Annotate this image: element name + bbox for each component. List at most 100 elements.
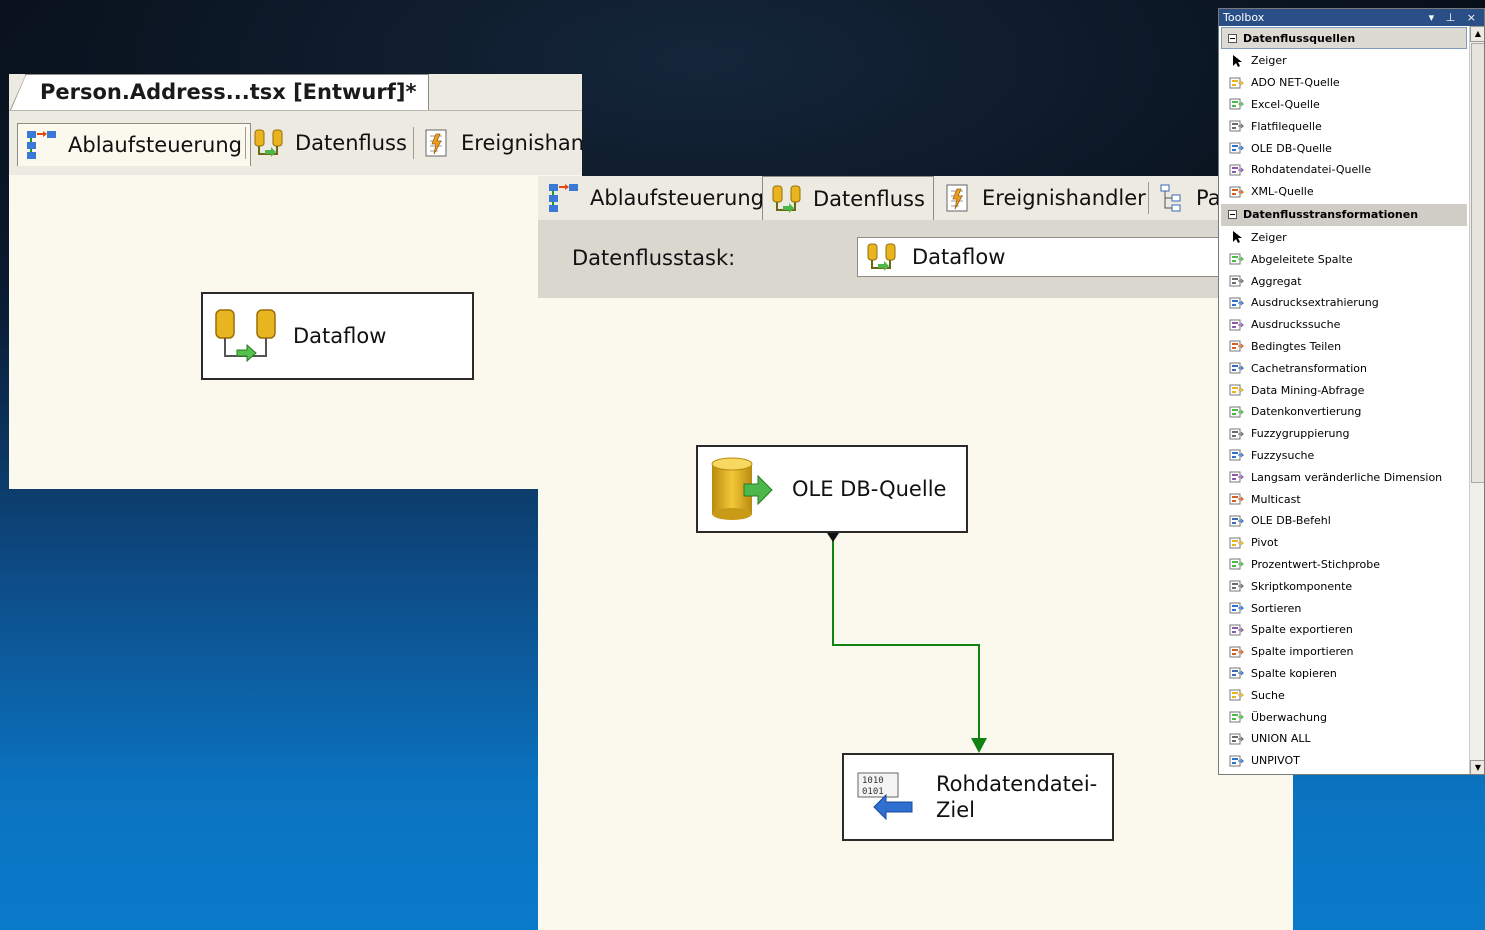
toolbox-item-label: Spalte importieren (1251, 645, 1354, 659)
toolbox-item-label: Prozentwert-Stichprobe (1251, 557, 1380, 571)
document-tab-label: Person.Address...tsx [Entwurf]* (40, 80, 417, 104)
toolbox-item-label: Ausdrucksextrahierung (1251, 296, 1379, 310)
toolbox-item-label: Ausdruckssuche (1251, 318, 1341, 332)
ole-db-source-label: OLE DB-Quelle (792, 477, 947, 501)
toolbox-item[interactable]: ADO NET-Quelle (1219, 72, 1469, 94)
toolbox-item-icon (1229, 646, 1244, 658)
raw-file-destination-component[interactable]: 1010 0101 Rohdatendatei- Ziel (842, 753, 1114, 841)
pointer-icon (1233, 54, 1242, 67)
toolbox-category-label: Datenflusstransformationen (1243, 208, 1419, 222)
toolbox-item[interactable]: Langsam veränderliche Dimension (1219, 466, 1469, 488)
toolbox-item[interactable]: Flatfilequelle (1219, 115, 1469, 137)
toolbox-item[interactable]: Skriptkomponente (1219, 575, 1469, 597)
toolbox-item[interactable]: Multicast (1219, 488, 1469, 510)
toolbox-item[interactable]: XML-Quelle (1219, 181, 1469, 203)
ole-db-source-component[interactable]: OLE DB-Quelle (696, 445, 968, 533)
raw-file-destination-label-line2: Ziel (936, 798, 975, 822)
toolbox-title: Toolbox (1223, 11, 1265, 24)
toolbox-item-icon (1229, 733, 1244, 745)
toolbox-item[interactable]: Ausdrucksextrahierung (1219, 292, 1469, 314)
toolbox-item[interactable]: Aggregat (1219, 270, 1469, 292)
toolbox-category-header[interactable]: Datenflussquellen (1221, 27, 1467, 49)
document-tab[interactable]: Person.Address...tsx [Entwurf]* (9, 74, 430, 110)
toolbox-item-icon (1229, 319, 1244, 331)
toolbox-category-header[interactable]: Datenflusstransformationen (1221, 203, 1467, 226)
toolbox-item[interactable]: Zeichenzuordnung (1219, 772, 1469, 775)
toolbox-item-label: Rohdatendatei-Quelle (1251, 163, 1372, 177)
toolbox-item-label: Skriptkomponente (1251, 579, 1353, 593)
toolbox-item-label: Pivot (1251, 536, 1279, 550)
toolbox-item[interactable]: Abgeleitete Spalte (1219, 248, 1469, 270)
toolbox-list: Datenflussquellen Zeiger ADO NET-Quelle Exc… (1219, 26, 1469, 775)
toolbox-item[interactable]: Suche (1219, 684, 1469, 706)
toolbox-item-icon (1229, 98, 1244, 110)
toolbox-item-icon (1229, 406, 1244, 418)
tab-data-flow-label: Datenfluss (295, 131, 407, 155)
tab-control-flow[interactable]: Ablaufsteuerung (17, 123, 252, 166)
toolbox-scrollbar[interactable]: ▲ ▼ (1469, 26, 1484, 774)
designer-window-back: Person.Address...tsx [Entwurf]* Ablaufst… (9, 74, 582, 489)
toolbox-item-label: UNION ALL (1251, 732, 1311, 746)
toolbox-item-label: Fuzzygruppierung (1251, 427, 1350, 441)
scroll-down-button[interactable]: ▼ (1470, 760, 1484, 774)
toolbox-item-label: Multicast (1251, 492, 1301, 506)
scroll-up-button[interactable]: ▲ (1470, 26, 1484, 42)
collapse-icon[interactable] (1228, 33, 1237, 43)
svg-text:0101: 0101 (862, 787, 884, 797)
toolbox-item[interactable]: Bedingtes Teilen (1219, 336, 1469, 358)
toolbox-item[interactable]: UNPIVOT (1219, 750, 1469, 772)
toolbox-item-icon (1229, 340, 1244, 352)
toolbox-item-icon (1229, 164, 1244, 176)
toolbox-item[interactable]: Cachetransformation (1219, 357, 1469, 379)
tab-data-flow[interactable]: Datenfluss (245, 123, 415, 163)
toolbox-item[interactable]: OLE DB-Befehl (1219, 510, 1469, 532)
toolbox-item[interactable]: Überwachung (1219, 706, 1469, 728)
tab-event-handlers[interactable]: Ereignishand (415, 123, 582, 163)
data-flow-task[interactable]: Dataflow (201, 292, 474, 380)
toolbox-item-icon (1229, 667, 1244, 679)
data-flow-task-icon (215, 309, 276, 363)
toolbox-item-label: Überwachung (1251, 710, 1328, 724)
toolbox-window-controls[interactable]: ▾ ⊥ × (1429, 9, 1480, 26)
toolbox-item-label: ADO NET-Quelle (1251, 76, 1340, 90)
ole-db-source-icon (711, 457, 773, 520)
toolbox-item-icon (1229, 384, 1244, 396)
toolbox-item-icon (1229, 537, 1244, 549)
toolbox-item-icon (1229, 755, 1244, 767)
toolbox-item[interactable]: Datenkonvertierung (1219, 401, 1469, 423)
toolbox-item[interactable]: Prozentwert-Stichprobe (1219, 554, 1469, 576)
toolbox-item[interactable]: Fuzzysuche (1219, 445, 1469, 467)
toolbox-item[interactable]: UNION ALL (1219, 728, 1469, 750)
toolbox-item[interactable]: Pivot (1219, 532, 1469, 554)
toolbox-item-icon (1229, 515, 1244, 527)
toolbox-item[interactable]: Rohdatendatei-Quelle (1219, 159, 1469, 181)
toolbox-item[interactable]: OLE DB-Quelle (1219, 137, 1469, 159)
toolbox-item-icon (1229, 493, 1244, 505)
toolbox-item[interactable]: Ausdruckssuche (1219, 314, 1469, 336)
toolbox-item[interactable]: Zeiger (1219, 227, 1469, 249)
toolbox-item-label: Abgeleitete Spalte (1251, 252, 1353, 266)
toolbox-item-label: Zeiger (1251, 230, 1287, 244)
toolbox-item-icon (1229, 428, 1244, 440)
toolbox-item-label: XML-Quelle (1251, 185, 1314, 199)
toolbox-item[interactable]: Excel-Quelle (1219, 94, 1469, 116)
document-tab-strip: Person.Address...tsx [Entwurf]* (9, 74, 582, 111)
toolbox-item[interactable]: Fuzzygruppierung (1219, 423, 1469, 445)
toolbox-item-icon (1229, 253, 1244, 265)
toolbox-item-icon (1229, 142, 1244, 154)
toolbox-item-icon (1229, 471, 1244, 483)
toolbox-item[interactable]: Spalte kopieren (1219, 663, 1469, 685)
toolbox-item[interactable]: Spalte importieren (1219, 641, 1469, 663)
data-flow-task-label: Dataflow (293, 324, 387, 348)
toolbox-item[interactable]: Zeiger (1219, 50, 1469, 72)
collapse-icon[interactable] (1228, 210, 1237, 220)
svg-text:1010: 1010 (862, 776, 884, 786)
toolbox-item-icon (1229, 275, 1244, 287)
toolbox-item[interactable]: Sortieren (1219, 597, 1469, 619)
toolbox-item-label: Spalte exportieren (1251, 623, 1353, 637)
tab-divider (413, 127, 414, 159)
toolbox-item[interactable]: Spalte exportieren (1219, 619, 1469, 641)
scroll-thumb[interactable] (1471, 43, 1484, 483)
toolbox-item[interactable]: Data Mining-Abfrage (1219, 379, 1469, 401)
raw-file-destination-label: Rohdatendatei- Ziel (936, 771, 1097, 823)
